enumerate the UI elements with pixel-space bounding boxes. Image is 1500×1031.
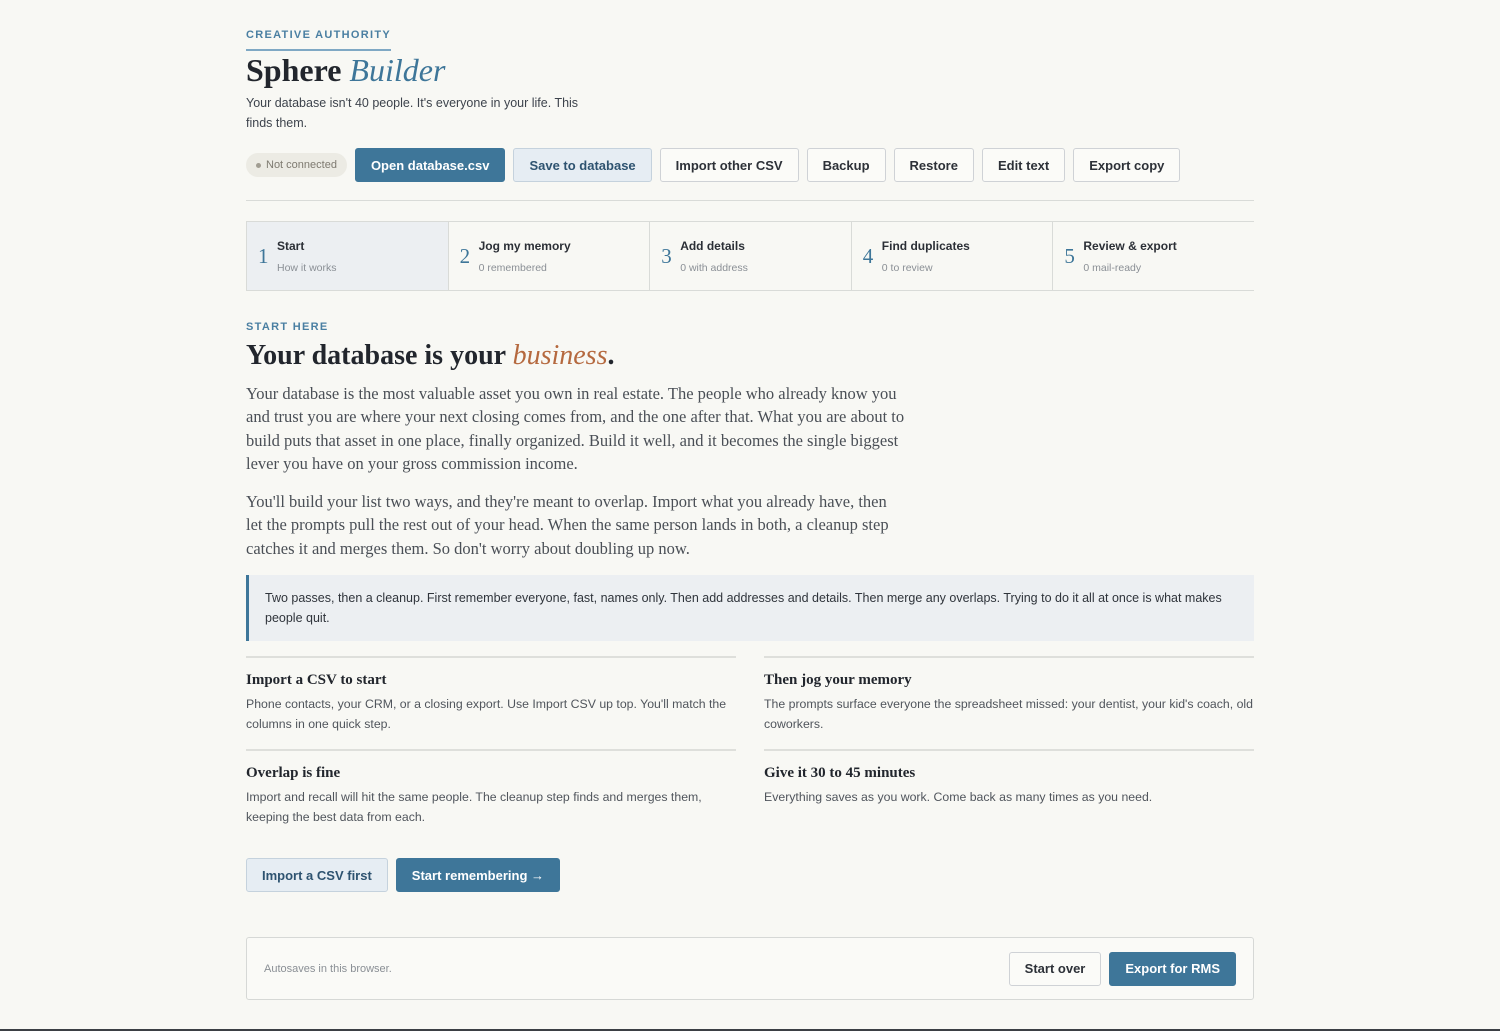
- start-remembering-button[interactable]: Start remembering →: [395, 858, 560, 892]
- headline-plain: Your database is your: [246, 340, 506, 371]
- app-title: Sphere Builder: [246, 52, 445, 89]
- export-copy-button[interactable]: Export copy: [1073, 148, 1181, 182]
- tip-title: Overlap is fine: [246, 765, 341, 781]
- step-label: Jog my memory: [478, 238, 571, 253]
- step-status: How it works: [277, 261, 337, 274]
- edit-text-button[interactable]: Edit text: [981, 148, 1066, 182]
- step-number: 4: [862, 243, 874, 268]
- connection-status-label: Not connected: [266, 159, 337, 171]
- step-number: 3: [661, 243, 672, 268]
- step-status: 0 with address: [680, 261, 748, 274]
- intro-paragraph-2: You'll build your list two ways, and the…: [246, 492, 889, 558]
- start-over-button[interactable]: Start over: [1008, 951, 1102, 986]
- step-number: 2: [459, 243, 471, 268]
- tip-title: Give it 30 to 45 minutes: [764, 765, 916, 781]
- restore-button[interactable]: Restore: [893, 148, 974, 182]
- tip-text: Import and recall will hit the same peop…: [246, 790, 702, 824]
- footer-actions: Start over Export for RMS: [1001, 951, 1236, 986]
- step-tab-add-details[interactable]: 3 Add details 0 with address: [650, 222, 852, 290]
- app-title-accent: Builder: [349, 52, 446, 88]
- step-tab-jog-memory[interactable]: 2 Jog my memory 0 remembered: [449, 222, 651, 290]
- cta-row: Import a CSV first Start remembering →: [246, 858, 568, 892]
- tip-card: Give it 30 to 45 minutes Everything save…: [764, 749, 1254, 807]
- step-status: 0 mail-ready: [1083, 261, 1142, 274]
- autosave-note: Autosaves in this browser.: [264, 962, 392, 975]
- brand-eyebrow: CREATIVE AUTHORITY: [246, 29, 392, 51]
- tip-text: Everything saves as you work. Come back …: [764, 790, 1153, 804]
- export-for-rms-button[interactable]: Export for RMS: [1109, 951, 1236, 986]
- import-csv-first-button[interactable]: Import a CSV first: [246, 858, 388, 892]
- intro-paragraph-1: Your database is the most valuable asset…: [246, 384, 905, 473]
- tip-title: Import a CSV to start: [246, 672, 387, 688]
- connection-status-badge: Not connected: [246, 153, 347, 177]
- step-label: Review & export: [1083, 238, 1177, 253]
- status-dot-icon: [256, 162, 261, 168]
- tip-card: Overlap is fine Import and recall will h…: [246, 749, 736, 827]
- step-status: 0 to review: [881, 261, 933, 274]
- step-number: 5: [1064, 243, 1075, 268]
- section-headline: Your database is your business.: [246, 340, 614, 372]
- headline-period: .: [607, 340, 615, 371]
- toolbar: Not connected Open database.csv Save to …: [246, 148, 1188, 182]
- tip-card: Then jog your memory The prompts surface…: [764, 656, 1254, 734]
- tip-card: Import a CSV to start Phone contacts, yo…: [246, 656, 736, 734]
- tip-text: The prompts surface everyone the spreads…: [764, 697, 1254, 731]
- header-divider: [246, 200, 1254, 201]
- step-label: Find duplicates: [881, 238, 970, 253]
- tip-text: Phone contacts, your CRM, or a closing e…: [246, 697, 727, 731]
- step-label: Start: [277, 238, 305, 253]
- app-subtitle: Your database isn't 40 people. It's ever…: [246, 96, 579, 130]
- backup-button[interactable]: Backup: [806, 148, 886, 182]
- step-label: Add details: [680, 238, 745, 253]
- step-tab-find-duplicates[interactable]: 4 Find duplicates 0 to review: [852, 222, 1054, 290]
- step-tab-review-export[interactable]: 5 Review & export 0 mail-ready: [1053, 222, 1254, 290]
- tip-title: Then jog your memory: [764, 672, 912, 688]
- callout-note: Two passes, then a cleanup. First rememb…: [246, 575, 1254, 641]
- app-title-plain: Sphere: [246, 52, 342, 88]
- open-database-button[interactable]: Open database.csv: [354, 148, 506, 182]
- footer-bar: Autosaves in this browser. Start over Ex…: [246, 937, 1254, 1000]
- step-tabs: 1 Start How it works 2 Jog my memory 0 rem…: [246, 221, 1254, 291]
- headline-accent: business: [512, 340, 608, 371]
- step-tab-start[interactable]: 1 Start How it works: [246, 222, 449, 290]
- step-number: 1: [258, 243, 269, 268]
- save-to-database-button[interactable]: Save to database: [513, 148, 652, 182]
- section-eyebrow: START HERE: [246, 321, 329, 333]
- import-other-csv-button[interactable]: Import other CSV: [659, 148, 799, 182]
- step-status: 0 remembered: [478, 261, 547, 274]
